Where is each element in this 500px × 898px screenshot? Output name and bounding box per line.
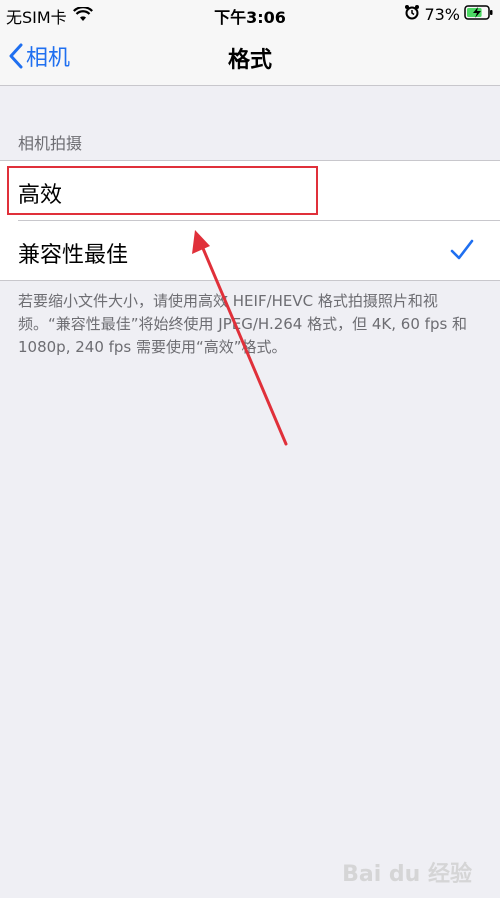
watermark: Bai du 经验 — [342, 862, 472, 887]
annotation-arrow — [192, 230, 288, 446]
